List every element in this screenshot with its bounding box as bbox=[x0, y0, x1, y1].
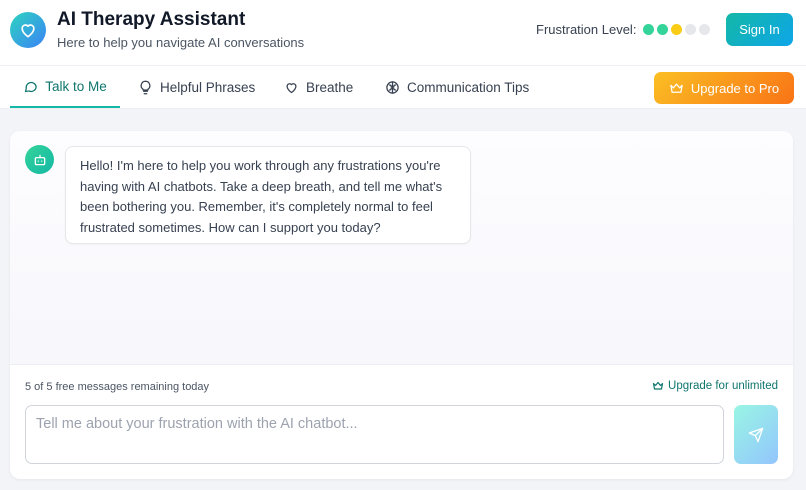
tab-breathe[interactable]: Breathe bbox=[284, 66, 353, 108]
frustration-dot bbox=[685, 24, 696, 35]
frustration-dot bbox=[671, 24, 682, 35]
tab-helpful-phrases[interactable]: Helpful Phrases bbox=[138, 66, 255, 108]
sign-in-button[interactable]: Sign In bbox=[726, 13, 793, 46]
app-title: AI Therapy Assistant bbox=[57, 9, 246, 30]
heart-icon bbox=[10, 12, 46, 48]
brain-icon bbox=[386, 80, 399, 94]
app-subtitle: Here to help you navigate AI conversatio… bbox=[57, 35, 305, 50]
frustration-label: Frustration Level: bbox=[536, 22, 637, 37]
message-list[interactable]: Hello! I'm here to help you work through… bbox=[10, 131, 793, 365]
send-button[interactable] bbox=[734, 405, 778, 464]
upgrade-unlimited-link[interactable]: Upgrade for unlimited bbox=[652, 380, 778, 392]
tab-communication-tips[interactable]: Communication Tips bbox=[385, 66, 529, 108]
send-icon bbox=[748, 427, 764, 442]
heart-outline-icon bbox=[286, 82, 297, 93]
main-nav: Talk to Me Helpful Phrases Breathe Commu… bbox=[0, 66, 806, 109]
upgrade-link-label: Upgrade for unlimited bbox=[668, 380, 778, 392]
message-input[interactable] bbox=[25, 405, 724, 464]
messages-remaining: 5 of 5 free messages remaining today bbox=[25, 381, 210, 393]
app-header: AI Therapy Assistant Here to help you na… bbox=[0, 0, 806, 66]
upgrade-to-pro-button[interactable]: Upgrade to Pro bbox=[654, 72, 794, 104]
crown-icon bbox=[652, 381, 664, 390]
chat-bubble-icon bbox=[25, 81, 37, 92]
frustration-meter bbox=[643, 24, 710, 35]
upgrade-label: Upgrade to Pro bbox=[690, 80, 780, 96]
lightbulb-icon bbox=[140, 80, 151, 94]
tab-talk-to-me[interactable]: Talk to Me bbox=[10, 66, 120, 108]
frustration-dot bbox=[643, 24, 654, 35]
crown-icon bbox=[670, 83, 683, 93]
frustration-dot bbox=[657, 24, 668, 35]
tab-label: Breathe bbox=[306, 79, 354, 95]
chat-panel: Hello! I'm here to help you work through… bbox=[10, 131, 793, 479]
bot-message: Hello! I'm here to help you work through… bbox=[65, 146, 471, 244]
frustration-dot bbox=[699, 24, 710, 35]
tab-label: Helpful Phrases bbox=[160, 79, 256, 95]
tab-label: Talk to Me bbox=[45, 78, 107, 94]
bot-icon bbox=[25, 145, 54, 174]
tab-label: Communication Tips bbox=[407, 79, 530, 95]
